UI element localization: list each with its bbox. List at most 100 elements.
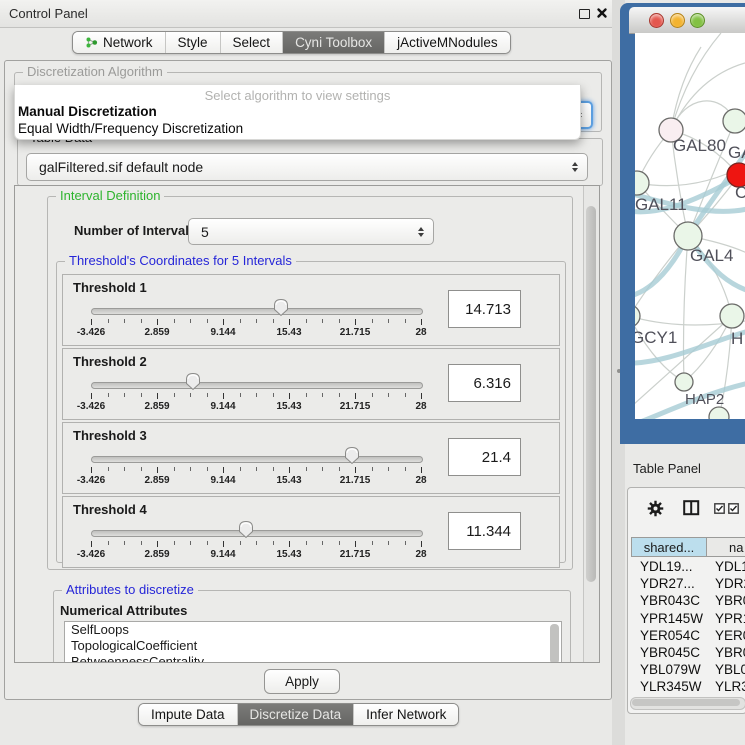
number-of-intervals-combobox[interactable]: 5 bbox=[188, 218, 434, 245]
horizontal-scrollbar[interactable] bbox=[630, 697, 745, 710]
tick-mark bbox=[306, 393, 307, 397]
close-traffic-light-icon[interactable] bbox=[649, 13, 664, 28]
list-scrollbar-thumb[interactable] bbox=[550, 624, 559, 663]
minimize-traffic-light-icon[interactable] bbox=[670, 13, 685, 28]
top-tab-group: Network Style SelectCyni ToolboxjActiveMNo… bbox=[72, 31, 511, 54]
tick-mark bbox=[256, 467, 257, 471]
tab-label: Network bbox=[103, 35, 153, 50]
table-row[interactable]: YBL079WYBL0 bbox=[631, 661, 745, 678]
tick-mark bbox=[141, 319, 142, 323]
table-panel-title: Table Panel bbox=[633, 461, 701, 476]
table-row[interactable]: YDR27...YDR2 bbox=[631, 575, 745, 592]
tab-jactivemnodules[interactable]: jActiveMNodules bbox=[385, 32, 510, 53]
gear-icon[interactable] bbox=[647, 500, 664, 517]
list-item-selfloops[interactable]: SelfLoops bbox=[65, 622, 561, 638]
tab-label: Discretize Data bbox=[250, 707, 342, 722]
tab-label: Impute Data bbox=[151, 707, 225, 722]
tick-mark bbox=[339, 319, 340, 323]
float-panel-icon[interactable] bbox=[579, 9, 590, 19]
network-window-titlebar[interactable] bbox=[629, 7, 745, 34]
network-node[interactable] bbox=[709, 407, 729, 419]
threshold-value-field[interactable]: 6.316 bbox=[448, 364, 521, 402]
network-node-hap2[interactable] bbox=[675, 373, 693, 391]
popup-item-manual-discretization[interactable]: Manual Discretization bbox=[15, 103, 580, 120]
threshold-panel: Threshold 3-3.4262.8599.14415.4321.71528… bbox=[62, 422, 560, 494]
numerical-attributes-list[interactable]: SelfLoopsTopologicalCoefficientBetweenne… bbox=[64, 621, 562, 663]
slider-track bbox=[91, 456, 423, 463]
slider-handle[interactable] bbox=[238, 520, 254, 539]
tick-mark bbox=[339, 467, 340, 471]
slider-handle[interactable] bbox=[344, 446, 360, 465]
tick-mark bbox=[108, 541, 109, 545]
threshold-value-field[interactable]: 21.4 bbox=[448, 438, 521, 476]
column-header-name[interactable]: na bbox=[706, 537, 745, 557]
apply-button[interactable]: Apply bbox=[264, 669, 340, 694]
network-node-gcy1[interactable] bbox=[635, 305, 640, 327]
table-row[interactable]: YBR043CYBR0 bbox=[631, 592, 745, 609]
tab-label: Style bbox=[178, 35, 208, 50]
slider-handle[interactable] bbox=[185, 372, 201, 391]
table-row[interactable]: YLR345WYLR3 bbox=[631, 678, 745, 695]
bottom-tab-discretize-data[interactable]: Discretize Data bbox=[238, 704, 355, 725]
table-cell: YDR27... bbox=[640, 576, 695, 591]
close-icon[interactable] bbox=[596, 7, 608, 19]
tick-mark bbox=[421, 467, 422, 473]
network-node-label: GA bbox=[728, 143, 745, 162]
tab-cyni-toolbox[interactable]: Cyni Toolbox bbox=[283, 32, 385, 53]
table-row[interactable]: YER054CYER0 bbox=[631, 627, 745, 644]
checkbox-icon[interactable] bbox=[728, 503, 739, 514]
tick-mark bbox=[388, 541, 389, 545]
vertical-scrollbar[interactable] bbox=[583, 186, 599, 662]
bottom-tab-impute-data[interactable]: Impute Data bbox=[139, 704, 238, 725]
tick-mark bbox=[91, 393, 92, 399]
tab-select[interactable]: Select bbox=[221, 32, 284, 53]
network-node-label: GAL11 bbox=[635, 195, 687, 214]
tick-mark bbox=[124, 467, 125, 471]
tick-mark bbox=[322, 467, 323, 471]
popup-item-equal-width-frequency[interactable]: Equal Width/Frequency Discretization bbox=[15, 120, 580, 137]
network-node-ga[interactable] bbox=[723, 109, 745, 133]
list-item-topologicalcoefficient[interactable]: TopologicalCoefficient bbox=[65, 638, 561, 654]
horizontal-scrollbar-thumb[interactable] bbox=[632, 699, 740, 706]
tick-mark bbox=[322, 393, 323, 397]
network-canvas[interactable]: GAL80GACGAL11GAL4GCY1HHAP2 bbox=[635, 33, 745, 419]
tick-mark bbox=[124, 319, 125, 323]
tick-mark bbox=[355, 393, 356, 399]
network-node-gal11[interactable] bbox=[635, 171, 649, 195]
network-node-h[interactable] bbox=[720, 304, 744, 328]
tick-mark bbox=[405, 541, 406, 545]
show-columns-icon[interactable] bbox=[683, 500, 700, 516]
tab-network[interactable]: Network bbox=[73, 32, 166, 53]
tab-label: Infer Network bbox=[366, 707, 446, 722]
threshold-value-field[interactable]: 11.344 bbox=[448, 512, 521, 550]
tick-mark bbox=[372, 393, 373, 397]
network-node-label: H bbox=[731, 329, 743, 348]
vertical-scrollbar-thumb[interactable] bbox=[586, 206, 596, 582]
slider-handle[interactable] bbox=[273, 298, 289, 317]
table-row[interactable]: YIL052CYIL0 bbox=[631, 696, 745, 697]
checkbox-icon[interactable] bbox=[714, 503, 725, 514]
zoom-traffic-light-icon[interactable] bbox=[690, 13, 705, 28]
table-cell: YBR045C bbox=[640, 645, 700, 660]
network-icon bbox=[85, 36, 98, 49]
bottom-tab-infer-network[interactable]: Infer Network bbox=[354, 704, 458, 725]
table-row[interactable]: YPR145WYPR1 bbox=[631, 610, 745, 627]
tick-mark bbox=[339, 541, 340, 545]
list-item-betweennesscentrality[interactable]: BetweennessCentrality bbox=[65, 654, 561, 663]
app-root: { "window": { "title": "Control Panel" }… bbox=[0, 0, 745, 745]
column-header-shared-name[interactable]: shared... bbox=[631, 537, 707, 557]
table-row[interactable]: YDL19...YDL1 bbox=[631, 558, 745, 575]
threshold-value-field[interactable]: 14.713 bbox=[448, 290, 521, 328]
table-rows[interactable]: YDL19...YDL1YDR27...YDR2YBR043CYBR0YPR14… bbox=[631, 558, 745, 696]
tick-mark bbox=[141, 541, 142, 545]
tick-label: 15.43 bbox=[276, 401, 301, 412]
tick-mark bbox=[421, 541, 422, 547]
control-panel-titlebar: Control Panel bbox=[0, 0, 612, 28]
table-row[interactable]: YBR045CYBR0 bbox=[631, 644, 745, 661]
combo-value: galFiltered.sif default node bbox=[39, 159, 203, 175]
tick-label: -3.426 bbox=[77, 549, 105, 560]
tick-label: 21.715 bbox=[340, 549, 371, 560]
tick-mark bbox=[141, 467, 142, 471]
table-data-combobox[interactable]: galFiltered.sif default node bbox=[26, 153, 588, 181]
tab-style[interactable]: Style bbox=[166, 32, 221, 53]
